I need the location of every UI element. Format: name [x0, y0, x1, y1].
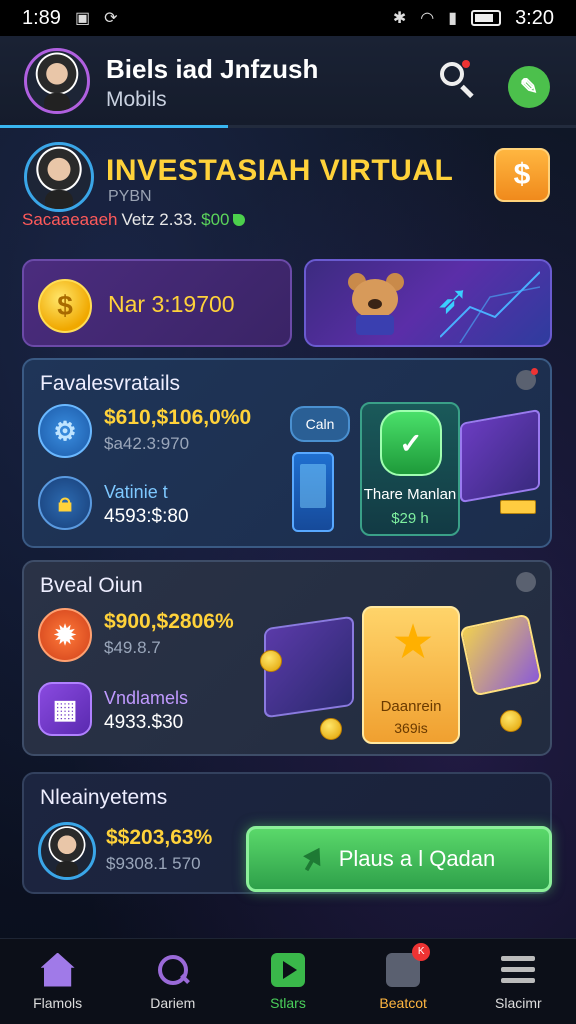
manage-tile[interactable]: ✓ Thare Manlan $29 h [360, 402, 460, 536]
section-title: Bveal Oiun [40, 574, 143, 597]
favorites-section: Favalesvratails ⚙ $610,$106,0%0 $a42.3:9… [22, 358, 552, 548]
coin-icon [500, 710, 522, 732]
chat-bubble: Caln [290, 406, 350, 442]
leaf-button[interactable]: ✎ [508, 66, 550, 108]
nav-item-search[interactable]: Dariem [123, 953, 223, 1011]
nav-label: Dariem [150, 994, 196, 1011]
gold-value: 369is [394, 720, 428, 736]
nav-item-home[interactable]: Flamols [8, 952, 108, 1011]
play-icon [270, 952, 305, 987]
stat-sub: $a42.3:970 [104, 434, 190, 453]
header-active-indicator [0, 125, 228, 128]
nav-item-chat[interactable]: K Beatcot [353, 942, 453, 1011]
promo-card[interactable]: ➶ [304, 259, 552, 347]
coin-icon [320, 718, 342, 740]
search-icon [440, 62, 464, 86]
stat-value: $$203,63% [106, 826, 213, 849]
stat-value-2: 4933.$30 [104, 712, 184, 733]
sync-icon: ⟳ [104, 10, 118, 27]
coin-icon: $ [38, 279, 92, 333]
tile-value: $29 h [391, 510, 429, 527]
stat-value: $900,$2806% [104, 610, 234, 633]
nav-label: Beatcot [379, 994, 427, 1011]
stat-value: $610,$106,0%0 [104, 406, 252, 429]
wifi-icon: ◠ [420, 10, 435, 27]
balance-card[interactable]: $ Nar 3:19700 [22, 259, 292, 347]
balance-value: Nar 3:19700 [108, 291, 235, 317]
bluetooth-icon: ✱ [392, 10, 407, 27]
bottom-nav: Flamols Dariem Stlars K Beatcot Slacimr [0, 938, 576, 1024]
chat-icon: K [386, 942, 431, 987]
stat-label: Vatinie t [104, 482, 168, 502]
header-title: Biels iad Jnfzush [106, 54, 319, 84]
profile-avatar[interactable] [24, 142, 94, 212]
calculator-icon: ▦ [38, 682, 92, 736]
status-time: 1:89 [22, 6, 61, 29]
signal-icon: ▮ [448, 10, 458, 27]
home-icon [40, 952, 75, 987]
leaf-icon [233, 214, 246, 226]
stat-sub: $49.8.7 [104, 638, 161, 657]
check-shield-icon: ✓ [380, 410, 442, 476]
nav-label: Slacimr [495, 994, 542, 1011]
cta-label: Plaus a l Qadan [338, 846, 496, 871]
coin-icon [260, 650, 282, 672]
search-icon-handle [460, 84, 474, 99]
notification-badge: K [412, 942, 431, 961]
gold-bar-icon [500, 500, 536, 514]
profile-info-red: Sacaaeaaeh [22, 210, 118, 229]
card-icon [459, 613, 543, 697]
investments-section: Nleainyetems $$203,63% $9308.1 570 Plaus… [22, 772, 552, 894]
nav-item-menu[interactable]: Slacimr [468, 953, 568, 1011]
notification-dot [462, 60, 470, 68]
profile-subtitle: PYBN [108, 188, 152, 205]
search-icon [156, 953, 190, 987]
section-title: Nleainyetems [40, 786, 168, 809]
profile-info-green: $00 [201, 210, 230, 229]
header-subtitle: Mobils [106, 88, 167, 111]
gold-tile[interactable]: ★ Daanrein 369is [362, 606, 460, 744]
mascot-icon [346, 271, 406, 335]
menu-icon [501, 953, 536, 987]
star-icon: ★ [391, 616, 435, 669]
arrow-icon [298, 843, 328, 876]
profile-section: INVESTASIAH VIRTUAL PYBN Sacaaeaaeh Vetz… [0, 130, 576, 250]
notification-icon: ▣ [74, 10, 91, 27]
trend-line-icon [440, 271, 540, 343]
nav-label: Stlars [270, 994, 306, 1011]
stat-sub: $9308.1 570 [106, 854, 201, 873]
tile-label: Thare Manlan [363, 486, 457, 503]
stat-value-2: 4593:$:80 [104, 506, 189, 527]
gold-label: Daanrein [380, 698, 442, 715]
status-right-time: 3:20 [515, 6, 554, 29]
section-title: Favalesvratails [40, 372, 181, 395]
avatar [38, 822, 96, 880]
nav-label: Flamols [33, 994, 83, 1011]
phone-icon [292, 452, 334, 532]
nav-item-play[interactable]: Stlars [238, 952, 338, 1011]
gear-icon: ⚙ [38, 404, 92, 458]
status-bar: 1:89 ▣ ⟳ ✱ ◠ ▮ 3:20 [0, 0, 576, 36]
stat-label: Vndlamels [104, 688, 189, 708]
profile-info-white: Vetz 2.33. [121, 210, 198, 229]
lock-icon: 🔒︎ [38, 476, 92, 530]
more-button[interactable] [516, 572, 536, 592]
battery-icon [471, 10, 502, 26]
profile-info: Sacaaeaaeh Vetz 2.33. $00 [22, 210, 246, 230]
app-header: Biels iad Jnfzush Mobils [0, 36, 576, 128]
leaf-icon: ✎ [519, 74, 539, 99]
profile-title: INVESTASIAH VIRTUAL [106, 154, 454, 187]
search-button[interactable] [438, 60, 478, 100]
dollar-button[interactable]: $ [494, 148, 550, 202]
user-avatar[interactable] [24, 48, 90, 114]
dollar-icon: $ [513, 158, 531, 191]
sun-icon: ✹ [38, 608, 92, 662]
laptop-icon [460, 408, 540, 504]
overview-section: Bveal Oiun ✹ $900,$2806% $49.8.7 ▦ Vndla… [22, 560, 552, 756]
cta-button[interactable]: Plaus a l Qadan [246, 826, 552, 892]
more-button[interactable] [516, 368, 538, 390]
